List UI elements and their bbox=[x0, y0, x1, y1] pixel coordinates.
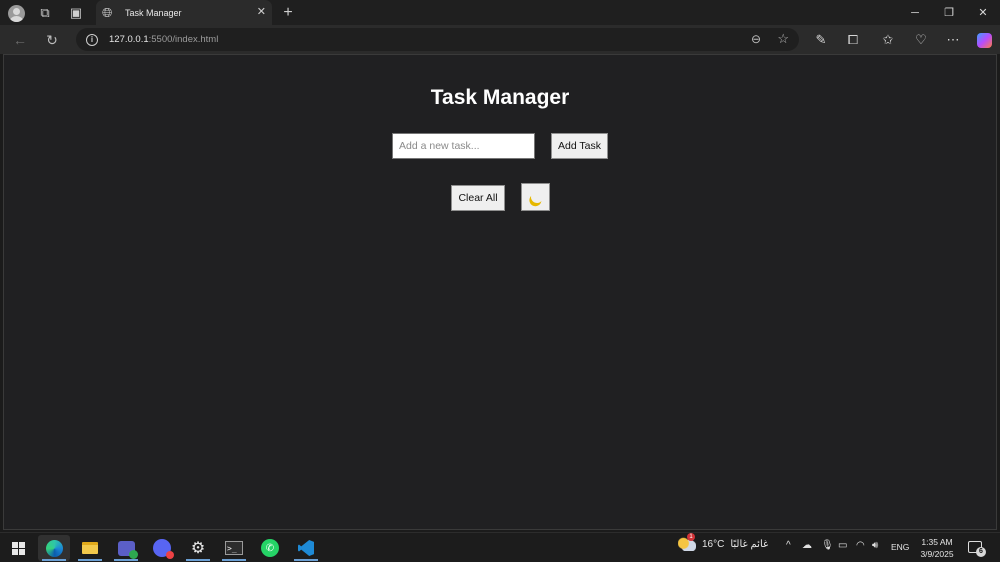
volume-icon[interactable]: 🔊︎ bbox=[872, 540, 878, 551]
weather-condition: غائم غالبًا bbox=[730, 538, 769, 550]
show-hidden-icons-icon[interactable]: ^ bbox=[786, 540, 791, 551]
taskbar-teams[interactable] bbox=[110, 535, 142, 561]
windows-taskbar: ⚙ >_ ✆ 16°C غائم غالبًا ^ ☁ 🎙︎ ▭ ◠ 🔊︎ EN… bbox=[0, 532, 1000, 562]
site-info-icon[interactable]: i bbox=[86, 33, 98, 46]
copilot-icon[interactable] bbox=[973, 29, 995, 51]
eyedropper-icon[interactable]: ✎ bbox=[810, 29, 832, 51]
close-tab-icon[interactable]: ✕ bbox=[257, 5, 266, 18]
taskbar-settings[interactable]: ⚙ bbox=[182, 535, 214, 561]
profile-button[interactable] bbox=[5, 2, 27, 24]
favorites-icon[interactable]: ✩ bbox=[877, 29, 899, 51]
new-tab-button[interactable]: + bbox=[277, 2, 299, 24]
taskbar-edge[interactable] bbox=[38, 535, 70, 561]
browser-essentials-icon[interactable]: ♡ bbox=[910, 29, 932, 51]
theme-toggle-button[interactable] bbox=[521, 183, 550, 211]
terminal-icon: >_ bbox=[225, 541, 243, 555]
partly-cloudy-icon bbox=[678, 533, 696, 551]
browser-toolbar: ← ↻ i 127.0.0.1:5500/index.html ⊖ ☆ ✎ ⧠ … bbox=[0, 25, 1000, 54]
favorite-star-icon[interactable]: ☆ bbox=[777, 31, 789, 47]
page-viewport: Task Manager Add Task Clear All bbox=[3, 54, 997, 530]
taskbar-terminal[interactable]: >_ bbox=[218, 535, 250, 561]
back-button[interactable]: ← bbox=[9, 29, 31, 51]
weather-widget[interactable]: 16°C غائم غالبًا bbox=[678, 533, 769, 551]
onedrive-icon[interactable]: ☁ bbox=[802, 540, 812, 551]
folder-icon bbox=[82, 542, 98, 554]
browser-tab-strip: ⧉ ▣ 🌐︎ Task Manager ✕ + ─ ❐ ✕ bbox=[0, 0, 1000, 25]
new-task-input[interactable] bbox=[392, 133, 535, 159]
taskbar-whatsapp[interactable]: ✆ bbox=[254, 535, 286, 561]
clear-all-button[interactable]: Clear All bbox=[451, 185, 505, 211]
start-button[interactable] bbox=[2, 535, 34, 561]
page-title: Task Manager bbox=[430, 86, 570, 109]
microphone-icon[interactable]: 🎙︎ bbox=[821, 540, 834, 551]
more-options-icon[interactable]: ⋯ bbox=[942, 29, 964, 51]
clock-date: 3/9/2025 bbox=[920, 549, 954, 559]
url-path: :5500/index.html bbox=[148, 34, 219, 45]
close-window-button[interactable]: ✕ bbox=[966, 0, 1000, 25]
refresh-button[interactable]: ↻ bbox=[41, 29, 63, 51]
windows-logo-icon bbox=[11, 541, 25, 555]
extensions-icon[interactable]: ⧠ bbox=[842, 29, 864, 51]
gear-icon: ⚙ bbox=[190, 540, 206, 557]
taskbar-discord[interactable] bbox=[146, 535, 178, 561]
notification-count-badge: 6 bbox=[976, 547, 986, 557]
discord-icon bbox=[153, 539, 174, 559]
tab-actions-icon[interactable]: ▣ bbox=[65, 2, 87, 24]
input-language[interactable]: ENG bbox=[891, 542, 909, 552]
address-bar[interactable]: i 127.0.0.1:5500/index.html ⊖ ☆ bbox=[76, 28, 799, 51]
globe-icon: 🌐︎ bbox=[102, 4, 113, 20]
add-task-button[interactable]: Add Task bbox=[551, 133, 608, 159]
profile-avatar-icon bbox=[7, 4, 25, 22]
workspaces-icon[interactable]: ⧉ bbox=[34, 2, 56, 24]
weather-temperature: 16°C bbox=[702, 538, 725, 550]
battery-icon[interactable]: ▭ bbox=[838, 540, 847, 551]
zoom-icon[interactable]: ⊖ bbox=[751, 32, 761, 46]
edge-icon bbox=[45, 539, 63, 557]
vscode-icon bbox=[298, 540, 314, 556]
restore-button[interactable]: ❐ bbox=[932, 0, 966, 25]
minimize-button[interactable]: ─ bbox=[898, 0, 932, 25]
notification-center-icon[interactable]: 6 bbox=[968, 541, 986, 557]
tab-title: Task Manager bbox=[125, 7, 182, 18]
teams-icon bbox=[117, 540, 138, 559]
taskbar-file-explorer[interactable] bbox=[74, 535, 106, 561]
whatsapp-icon: ✆ bbox=[261, 539, 279, 557]
taskbar-vscode[interactable] bbox=[290, 535, 322, 561]
wifi-icon[interactable]: ◠ bbox=[856, 540, 865, 551]
system-clock[interactable]: 1:35 AM 3/9/2025 bbox=[916, 536, 958, 560]
tab-task-manager[interactable]: 🌐︎ Task Manager ✕ bbox=[96, 0, 272, 25]
moon-icon bbox=[529, 189, 545, 205]
clock-time: 1:35 AM bbox=[921, 537, 953, 547]
url-host: 127.0.0.1 bbox=[109, 34, 149, 45]
